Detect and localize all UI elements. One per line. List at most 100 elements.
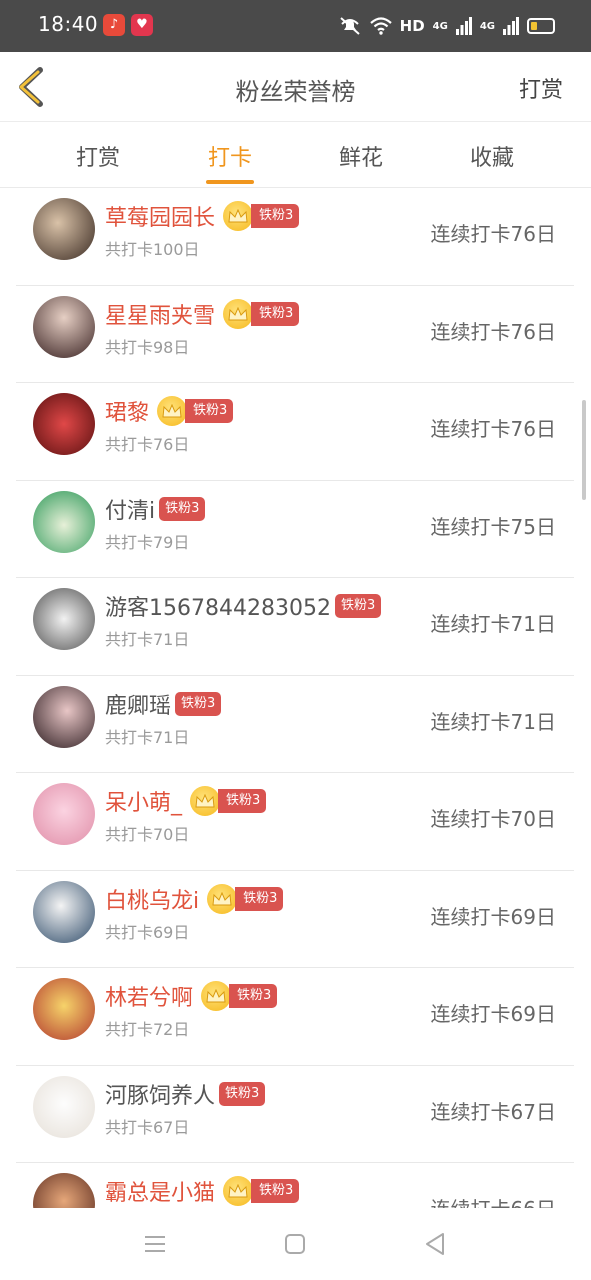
wifi-icon — [369, 17, 392, 35]
battery-icon — [527, 18, 555, 34]
total-checkin: 共打卡98日 — [105, 337, 190, 357]
name-line: 草莓园园长 铁粉3 — [105, 200, 300, 232]
avatar[interactable] — [33, 685, 95, 748]
crown-icon — [223, 298, 254, 329]
fan-level-badge: 铁粉3 — [251, 301, 300, 326]
total-checkin: 共打卡69日 — [105, 922, 190, 942]
fan-level-badge: 铁粉3 — [251, 1179, 300, 1203]
avatar[interactable] — [33, 1173, 95, 1208]
checkin-streak: 连续打卡75日 — [430, 514, 556, 539]
avatar[interactable] — [33, 393, 95, 455]
home-icon[interactable] — [281, 1230, 309, 1258]
checkin-streak: 连续打卡69日 — [430, 904, 556, 929]
page-title: 粉丝荣誉榜 — [235, 78, 356, 106]
tab-checkin[interactable]: 打卡 — [180, 140, 280, 172]
mute-icon — [339, 17, 360, 35]
list-item[interactable]: 鹿卿瑶 铁粉3 共打卡71日 连续打卡71日 — [16, 676, 574, 773]
crown-icon — [190, 786, 221, 816]
list-item[interactable]: 林若兮啊 铁粉3 共打卡72日 连续打卡69日 — [16, 968, 574, 1066]
menu-icon[interactable] — [141, 1230, 169, 1258]
crown-icon — [223, 1176, 254, 1206]
signal-label-2: 4G — [479, 20, 495, 32]
network-label: HD — [399, 17, 425, 35]
signal-icon — [455, 17, 472, 35]
avatar[interactable] — [33, 490, 95, 553]
tab-collect[interactable]: 收藏 — [442, 140, 542, 172]
list-item[interactable]: 河豚饲养人 铁粉3 共打卡67日 连续打卡67日 — [16, 1066, 574, 1163]
name-line: 游客1567844283052 铁粉3 — [105, 590, 382, 622]
tab-tip[interactable]: 打赏 — [48, 140, 148, 172]
checkin-streak: 连续打卡76日 — [430, 222, 556, 246]
user-name[interactable]: 付清i — [105, 493, 155, 525]
user-name[interactable]: 白桃乌龙i — [105, 883, 199, 915]
user-name[interactable]: 河豚饲养人 — [105, 1078, 215, 1110]
checkin-streak: 连续打卡66日 — [431, 1193, 556, 1208]
total-checkin: 共打卡100日 — [105, 240, 200, 259]
active-tab-indicator — [206, 180, 254, 184]
name-line: 呆小萌_ 铁粉3 — [105, 785, 267, 817]
checkin-streak: 连续打卡76日 — [430, 417, 556, 441]
avatar[interactable] — [33, 1075, 95, 1138]
list-item[interactable]: 草莓园园长 铁粉3 共打卡100日 连续打卡76日 — [16, 188, 574, 286]
fan-level-badge: 铁粉3 — [218, 789, 267, 813]
fan-level-badge: 铁粉3 — [175, 691, 222, 716]
fan-level-badge: 铁粉3 — [235, 886, 284, 911]
header: 粉丝荣誉榜 打赏 — [0, 52, 591, 122]
tab-flowers[interactable]: 鲜花 — [311, 140, 411, 172]
fan-level-badge: 铁粉3 — [219, 1081, 266, 1106]
list-item[interactable]: 游客1567844283052 铁粉3 共打卡71日 连续打卡71日 — [16, 578, 574, 676]
fan-level-badge: 铁粉3 — [159, 496, 206, 521]
user-name[interactable]: 鹿卿瑶 — [105, 688, 171, 720]
name-line: 白桃乌龙i 铁粉3 — [105, 883, 284, 915]
checkin-streak: 连续打卡69日 — [430, 1002, 556, 1026]
user-name[interactable]: 草莓园园长 — [105, 200, 215, 232]
tab-bar: 打赏 打卡 鲜花 收藏 — [0, 122, 591, 188]
name-line: 河豚饲养人 铁粉3 — [105, 1078, 266, 1110]
status-time: 18:40 — [38, 12, 99, 36]
crown-icon — [207, 883, 238, 914]
user-name[interactable]: 珺黎 — [105, 395, 149, 427]
fan-level-badge: 铁粉3 — [334, 594, 382, 618]
heart-app-icon: ♥ — [131, 14, 153, 36]
name-line: 鹿卿瑶 铁粉3 — [105, 688, 222, 720]
avatar[interactable] — [33, 198, 95, 260]
user-name[interactable]: 星星雨夹雪 — [105, 298, 215, 330]
signal-icon-2 — [503, 17, 519, 35]
system-nav-bar — [0, 1208, 591, 1280]
avatar[interactable] — [33, 295, 95, 358]
status-bar: 18:40 ♪ ♥ HD 4G 4G — [0, 0, 591, 52]
list-item[interactable]: 呆小萌_ 铁粉3 共打卡70日 连续打卡70日 — [16, 773, 574, 871]
fan-level-badge: 铁粉3 — [185, 399, 234, 423]
total-checkin: 共打卡71日 — [105, 630, 190, 649]
music-app-icon: ♪ — [103, 14, 125, 36]
crown-icon — [157, 396, 188, 426]
total-checkin: 共打卡76日 — [105, 435, 190, 454]
name-line: 付清i 铁粉3 — [105, 493, 206, 525]
checkin-streak: 连续打卡70日 — [430, 807, 556, 831]
back-triangle-icon[interactable] — [421, 1230, 449, 1258]
list-item[interactable]: 霸总是小猫 铁粉3 连续打卡66日 — [16, 1163, 574, 1208]
total-checkin: 共打卡72日 — [105, 1020, 190, 1039]
user-name[interactable]: 霸总是小猫 — [105, 1175, 215, 1207]
avatar[interactable] — [33, 588, 95, 650]
checkin-streak: 连续打卡67日 — [430, 1099, 556, 1124]
avatar[interactable] — [33, 783, 95, 845]
list-item[interactable]: 珺黎 铁粉3 共打卡76日 连续打卡76日 — [16, 383, 574, 481]
list-item[interactable]: 白桃乌龙i 铁粉3 共打卡69日 连续打卡69日 — [16, 871, 574, 968]
user-name[interactable]: 林若兮啊 — [105, 980, 193, 1012]
total-checkin: 共打卡67日 — [105, 1117, 190, 1137]
tip-button[interactable]: 打赏 — [519, 72, 563, 104]
checkin-streak: 连续打卡71日 — [430, 709, 556, 734]
name-line: 星星雨夹雪 铁粉3 — [105, 298, 300, 330]
list-item[interactable]: 星星雨夹雪 铁粉3 共打卡98日 连续打卡76日 — [16, 286, 574, 383]
list-item[interactable]: 付清i 铁粉3 共打卡79日 连续打卡75日 — [16, 481, 574, 578]
scrollbar[interactable] — [582, 400, 586, 500]
name-line: 林若兮啊 铁粉3 — [105, 980, 278, 1012]
fan-level-badge: 铁粉3 — [251, 204, 300, 228]
avatar[interactable] — [33, 978, 95, 1040]
fan-ranking-list[interactable]: 草莓园园长 铁粉3 共打卡100日 连续打卡76日 星星雨夹雪 铁粉3 共打卡98日 连续打卡… — [16, 188, 574, 1208]
user-name[interactable]: 呆小萌_ — [105, 785, 182, 817]
avatar[interactable] — [33, 880, 95, 943]
user-name[interactable]: 游客1567844283052 — [105, 590, 331, 622]
name-line: 霸总是小猫 铁粉3 — [105, 1175, 300, 1207]
